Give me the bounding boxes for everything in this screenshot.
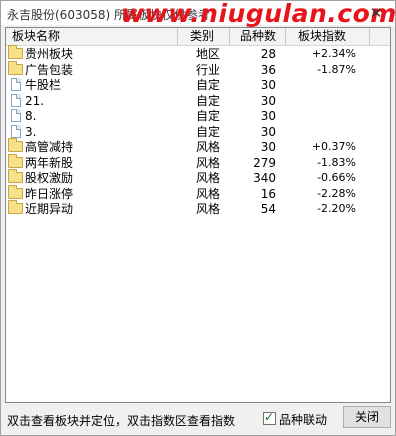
folder-icon <box>8 153 23 168</box>
table-row[interactable]: 近期异动 风格 54 -2.20% <box>6 200 390 217</box>
sector-count: 340 <box>253 171 276 185</box>
sector-count: 30 <box>260 78 276 92</box>
sector-type: 风格 <box>196 171 221 185</box>
document-icon <box>11 93 21 107</box>
document-icon <box>11 78 21 91</box>
sector-count: 279 <box>253 155 276 170</box>
sector-index[interactable]: +0.37% <box>286 139 378 155</box>
sector-index[interactable]: -2.28% <box>286 186 378 202</box>
sector-name: 股权激励 <box>25 171 74 185</box>
sector-name: 21. <box>25 93 45 108</box>
sector-type: 地区 <box>196 47 221 61</box>
sector-count: 54 <box>260 202 276 216</box>
row-name-cell: 广告包装 <box>8 60 178 78</box>
watermark: www.niugulan.com <box>121 0 396 28</box>
sector-type: 风格 <box>196 155 221 170</box>
column-header-type[interactable]: 类别 <box>178 28 230 45</box>
sector-index[interactable]: -1.87% <box>286 62 378 78</box>
sector-count: 28 <box>260 47 276 61</box>
table-row[interactable]: 牛股栏 自定 30 <box>6 77 390 93</box>
folder-icon <box>8 184 23 199</box>
linkage-checkbox-label[interactable]: 品种联动 <box>279 411 327 428</box>
column-header-name[interactable]: 板块名称 <box>6 28 178 45</box>
document-icon <box>11 124 21 138</box>
sector-name: 昨日涨停 <box>25 186 74 201</box>
sector-count: 30 <box>260 109 276 123</box>
row-name-cell: 贵州板块 <box>8 45 178 62</box>
row-name-cell: 牛股栏 <box>8 77 178 93</box>
linkage-checkbox[interactable] <box>263 410 276 425</box>
sector-count: 16 <box>260 186 276 201</box>
footer-hint: 双击查看板块并定位，双击指数区查看指数 <box>7 414 236 428</box>
column-header-count[interactable]: 品种数 <box>230 28 286 45</box>
sector-index[interactable] <box>286 93 378 109</box>
close-icon[interactable]: ✕ <box>367 4 385 22</box>
folder-icon <box>8 138 23 152</box>
row-name-cell: 3. <box>8 124 178 140</box>
sector-name: 8. <box>25 109 37 123</box>
sector-name: 3. <box>25 124 37 139</box>
sector-name: 广告包装 <box>25 62 74 77</box>
table-row[interactable]: 贵州板块 地区 28 +2.34% <box>6 45 390 62</box>
sector-count: 30 <box>260 93 276 108</box>
table-row[interactable]: 高管减持 风格 30 +0.37% <box>6 138 390 155</box>
sector-count: 30 <box>260 124 276 139</box>
sector-index[interactable] <box>286 124 378 140</box>
table-row[interactable]: 3. 自定 30 <box>6 124 390 140</box>
folder-icon <box>8 60 23 75</box>
table-row[interactable]: 21. 自定 30 <box>6 93 390 109</box>
list-header: 板块名称 类别 品种数 板块指数 <box>6 28 390 46</box>
sector-count: 30 <box>260 140 276 154</box>
document-icon <box>11 109 21 122</box>
column-header-index[interactable]: 板块指数 <box>286 28 370 45</box>
sector-name: 近期异动 <box>25 202 74 216</box>
sector-count: 36 <box>260 62 276 77</box>
sector-name: 贵州板块 <box>25 47 74 61</box>
row-name-cell: 近期异动 <box>8 200 178 217</box>
sector-type: 风格 <box>196 140 221 154</box>
row-name-cell: 股权激励 <box>8 169 178 186</box>
sector-index[interactable] <box>286 108 378 124</box>
close-button[interactable]: 关闭 <box>343 406 391 428</box>
sector-type: 行业 <box>196 62 221 77</box>
sector-type: 风格 <box>196 186 221 201</box>
row-name-cell: 8. <box>8 108 178 124</box>
folder-icon <box>8 45 23 59</box>
sector-type: 自定 <box>196 109 221 123</box>
sector-index[interactable]: -1.83% <box>286 155 378 171</box>
sector-name: 两年新股 <box>25 155 74 170</box>
folder-icon <box>8 200 23 214</box>
title-bar: 永吉股份(603058) 所属板块仅供参考 www.niugulan.com ✕ <box>1 0 396 28</box>
dialog-window: 永吉股份(603058) 所属板块仅供参考 www.niugulan.com ✕… <box>0 0 396 436</box>
sector-index[interactable]: -0.66% <box>286 170 378 186</box>
sector-type: 风格 <box>196 202 221 216</box>
table-row[interactable]: 广告包装 行业 36 -1.87% <box>6 60 390 78</box>
sector-type: 自定 <box>196 78 221 92</box>
table-row[interactable]: 两年新股 风格 279 -1.83% <box>6 153 390 171</box>
row-name-cell: 两年新股 <box>8 153 178 171</box>
row-name-cell: 高管减持 <box>8 138 178 155</box>
sector-index[interactable]: -2.20% <box>286 201 378 217</box>
table-row[interactable]: 股权激励 风格 340 -0.66% <box>6 169 390 186</box>
sector-type: 自定 <box>196 124 221 139</box>
sector-list[interactable]: 板块名称 类别 品种数 板块指数 贵州板块 地区 28 +2.34% 广告包装 行业 36-… <box>5 27 391 403</box>
sector-index[interactable] <box>286 77 378 93</box>
table-row[interactable]: 昨日涨停 风格 16 -2.28% <box>6 184 390 202</box>
table-row[interactable]: 8. 自定 30 <box>6 108 390 124</box>
row-name-cell: 21. <box>8 93 178 109</box>
sector-name: 高管减持 <box>25 140 74 154</box>
sector-name: 牛股栏 <box>25 78 62 92</box>
sector-index[interactable]: +2.34% <box>286 46 378 62</box>
sector-type: 自定 <box>196 93 221 108</box>
folder-icon <box>8 169 23 183</box>
row-name-cell: 昨日涨停 <box>8 184 178 202</box>
